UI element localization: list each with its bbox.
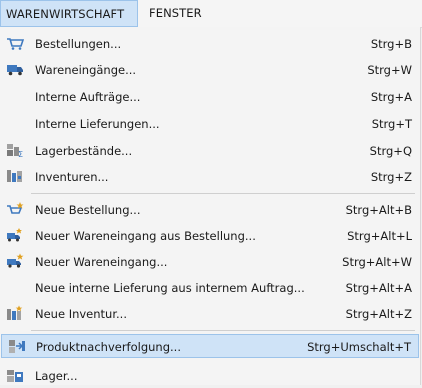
menu-item-interne-auftraege[interactable]: Interne Aufträge... Strg+A [0,85,420,109]
delivery-truck-icon [7,65,23,76]
menu-item-neue-inventur[interactable]: Neue Inventur... Strg+Alt+Z [0,302,420,326]
menu-item-shortcut: Strg+Alt+W [342,255,412,269]
menu-item-produktnachverfolgung[interactable]: Produktnachverfolgung... Strg+Umschalt+T [1,334,419,358]
menu-item-lager[interactable]: Lager... [0,364,420,388]
menu-bar: WARENWIRTSCHAFT FENSTER [0,0,422,28]
menu-item-inventuren[interactable]: Inventuren... Strg+Z [0,165,420,189]
menu-item-shortcut: Strg+W [367,63,412,77]
menu-item-shortcut: Strg+Z [370,170,412,184]
menu-item-shortcut: Strg+Umschalt+T [307,340,411,354]
menu-item-neuer-wareneingang-aus-bestellung[interactable]: Neuer Wareneingang aus Bestellung... Str… [0,224,420,248]
menu-separator [31,330,415,331]
svg-text:Σ: Σ [18,150,23,158]
menu-warenwirtschaft[interactable]: WARENWIRTSCHAFT [0,0,138,27]
menu-item-label: Interne Aufträge... [35,90,141,104]
menu-item-label: Wareneingänge... [35,63,137,77]
menu-item-bestellungen[interactable]: Bestellungen... Strg+B [0,32,420,56]
menu-item-label: Interne Lieferungen... [35,117,160,131]
menu-item-label: Lagerbestände... [35,144,133,158]
new-inventory-icon [7,305,23,320]
menu-item-shortcut: Strg+T [371,117,412,131]
menu-item-lagerbestaende[interactable]: Σ Lagerbestände... Strg+Q [0,139,420,163]
product-tracking-icon [9,340,25,353]
menu-item-label: Neuer Wareneingang aus Bestellung... [35,229,256,243]
stock-boxes-sum-icon: Σ [7,144,23,158]
warehouse-icon [7,370,23,382]
menu-item-shortcut: Strg+Alt+L [347,229,412,243]
menu-item-shortcut: Strg+Alt+A [345,281,412,295]
menu-item-label: Produktnachverfolgung... [36,340,181,354]
new-delivery-truck-icon [7,253,24,268]
menu-item-label: Lager... [35,369,78,383]
menu-item-neue-bestellung[interactable]: Neue Bestellung... Strg+Alt+B [0,198,420,222]
menu-item-shortcut: Strg+A [370,90,412,104]
menu-item-neuer-wareneingang[interactable]: Neuer Wareneingang... Strg+Alt+W [0,250,420,274]
menu-item-label: Bestellungen... [35,37,122,51]
menu-item-label: Neuer Wareneingang... [35,255,168,269]
orders-cart-icon [7,38,24,50]
menu-item-label: Neue Bestellung... [35,203,141,217]
menu-item-shortcut: Strg+B [370,37,412,51]
new-order-cart-icon [7,202,24,214]
warenwirtschaft-dropdown: Bestellungen... Strg+B Wareneingänge... … [0,27,421,385]
menu-item-neue-interne-lieferung[interactable]: Neue interne Lieferung aus internem Auft… [0,276,420,300]
menu-fenster[interactable]: FENSTER [144,0,207,27]
menu-item-label: Inventuren... [35,170,109,184]
menu-item-label: Neue interne Lieferung aus internem Auft… [35,281,305,295]
menu-item-shortcut: Strg+Q [369,144,412,158]
menu-item-shortcut: Strg+Alt+B [345,203,412,217]
menu-item-wareneingaenge[interactable]: Wareneingänge... Strg+W [0,58,420,82]
menu-item-label: Neue Inventur... [35,307,127,321]
goods-receipt-from-order-icon [7,228,22,242]
menu-item-shortcut: Strg+Alt+Z [345,307,412,321]
menu-item-interne-lieferungen[interactable]: Interne Lieferungen... Strg+T [0,112,420,136]
menu-separator [31,193,415,194]
inventory-shelf-icon [7,170,22,182]
